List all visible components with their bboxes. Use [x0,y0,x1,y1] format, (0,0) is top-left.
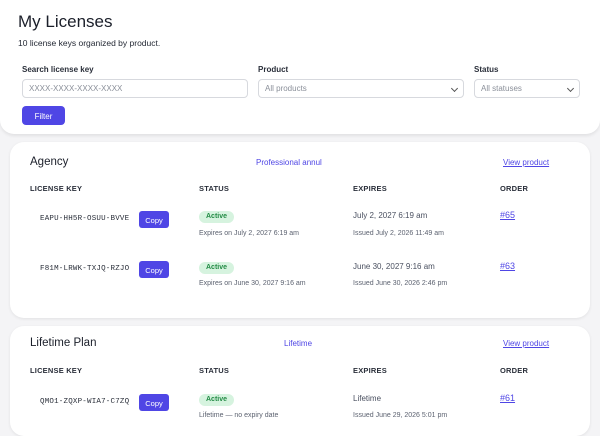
col-order: ORDER [500,184,529,193]
expires-date: Lifetime [353,394,382,403]
status-badge: Active [199,211,235,223]
product-select[interactable]: All products [258,79,464,98]
product-name: Agency [30,156,69,168]
product-card-lifetime: Lifetime Plan Lifetime View product LICE… [10,326,590,436]
col-license-key: LICENSE KEY [30,184,83,193]
col-expires: EXPIRES [353,184,387,193]
col-license-key: LICENSE KEY [30,366,83,375]
page-title: My Licenses [18,12,113,31]
search-label: Search license key [22,65,94,74]
order-link[interactable]: #65 [500,210,515,220]
col-status: STATUS [199,366,230,375]
view-product-link[interactable]: View product [503,158,549,167]
col-status: STATUS [199,184,230,193]
view-product-link[interactable]: View product [503,339,549,348]
status-note: Expires on June 30, 2027 9:16 am [199,280,306,287]
license-key: QMO1-ZQXP-WIA7-C7ZQ [40,398,130,406]
col-order: ORDER [500,366,529,375]
expires-date: June 30, 2027 9:16 am [353,262,435,271]
chevron-down-icon [566,84,575,93]
copy-button[interactable]: Copy [139,211,169,228]
status-select[interactable]: All statuses [474,79,580,98]
expires-date: July 2, 2027 6:19 am [353,211,428,220]
issued-date: Issued July 2, 2026 11:49 am [353,230,444,237]
product-label: Product [258,65,289,74]
issued-date: Issued June 30, 2026 2:46 pm [353,280,448,287]
license-key: F81M-LRWK-TXJQ-RZJO [40,265,130,273]
status-badge: Active [199,262,235,274]
order-link[interactable]: #63 [500,261,515,271]
product-plan: Lifetime [284,339,313,348]
chevron-down-icon [450,84,459,93]
status-note: Lifetime — no expiry date [199,412,279,419]
filter-panel: My Licenses 10 license keys organized by… [0,0,600,134]
product-name: Lifetime Plan [30,337,97,349]
product-card-agency: Agency Professional annul View product L… [10,142,590,318]
status-select-value: All statuses [481,84,522,93]
issued-date: Issued June 29, 2026 5:01 pm [353,412,448,419]
search-input[interactable] [22,79,248,98]
product-select-value: All products [265,84,307,93]
copy-button[interactable]: Copy [139,394,169,411]
license-key: EAPU-HH5R-OSUU-BVVE [40,215,130,223]
status-note: Expires on July 2, 2027 6:19 am [199,230,300,237]
product-plan: Professional annul [256,158,322,167]
status-badge: Active [199,394,235,406]
order-link[interactable]: #61 [500,393,515,403]
col-expires: EXPIRES [353,366,387,375]
copy-button[interactable]: Copy [139,261,169,278]
page-subtitle: 10 license keys organized by product. [18,38,161,48]
status-label: Status [474,65,499,74]
filter-button[interactable]: Filter [22,106,65,125]
